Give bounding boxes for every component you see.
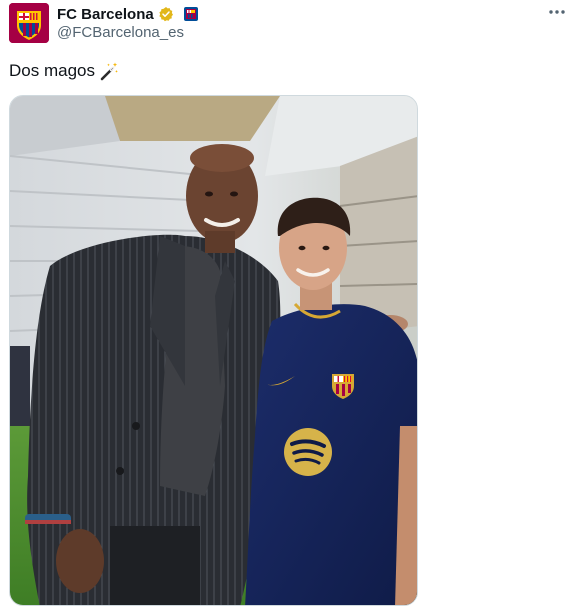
verified-badge-icon[interactable] bbox=[158, 6, 174, 22]
display-name[interactable]: FC Barcelona bbox=[57, 6, 154, 23]
more-options-button[interactable] bbox=[543, 2, 571, 22]
fc-barcelona-crest-icon bbox=[9, 3, 49, 43]
more-horizontal-icon bbox=[549, 10, 565, 14]
photo-two-players bbox=[10, 96, 417, 605]
tweet-text: Dos magos bbox=[9, 61, 119, 81]
tweet-header: FC Barcelona bbox=[57, 4, 198, 24]
magic-wand-icon bbox=[99, 61, 119, 81]
user-handle[interactable]: @FCBarcelona_es bbox=[57, 24, 184, 41]
tweet: FC Barcelona @FCBarcelona_es Dos magos bbox=[0, 0, 577, 608]
avatar[interactable] bbox=[9, 3, 49, 43]
tweet-photo[interactable] bbox=[9, 95, 418, 606]
tweet-text-content: Dos magos bbox=[9, 61, 95, 80]
affiliation-crest-icon[interactable] bbox=[183, 7, 198, 21]
